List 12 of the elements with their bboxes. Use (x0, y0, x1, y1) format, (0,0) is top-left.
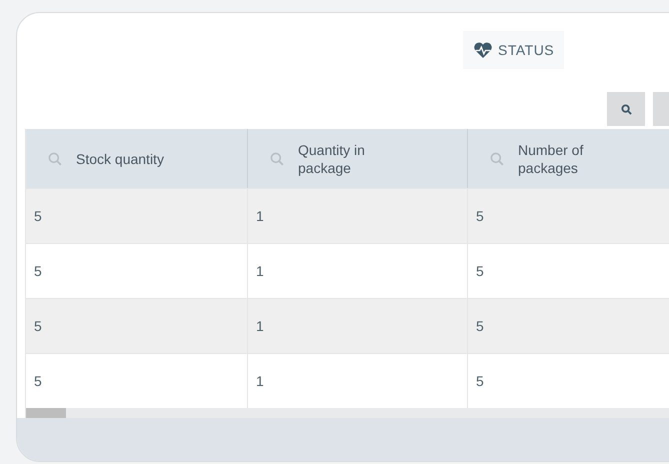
search-icon (490, 152, 504, 166)
horizontal-scrollbar[interactable] (26, 408, 669, 418)
search-icon (270, 152, 284, 166)
column-title: Stock quantity (76, 150, 165, 168)
status-button[interactable]: STATUS (463, 31, 564, 69)
search-icon (620, 104, 632, 114)
heart-pulse-icon (473, 42, 493, 58)
scrollbar-thumb[interactable] (26, 408, 66, 418)
column-title: Number of packages (518, 140, 584, 176)
column-title: Quantity in package (298, 140, 366, 176)
search-icon (48, 152, 62, 166)
search-button[interactable] (607, 92, 645, 126)
